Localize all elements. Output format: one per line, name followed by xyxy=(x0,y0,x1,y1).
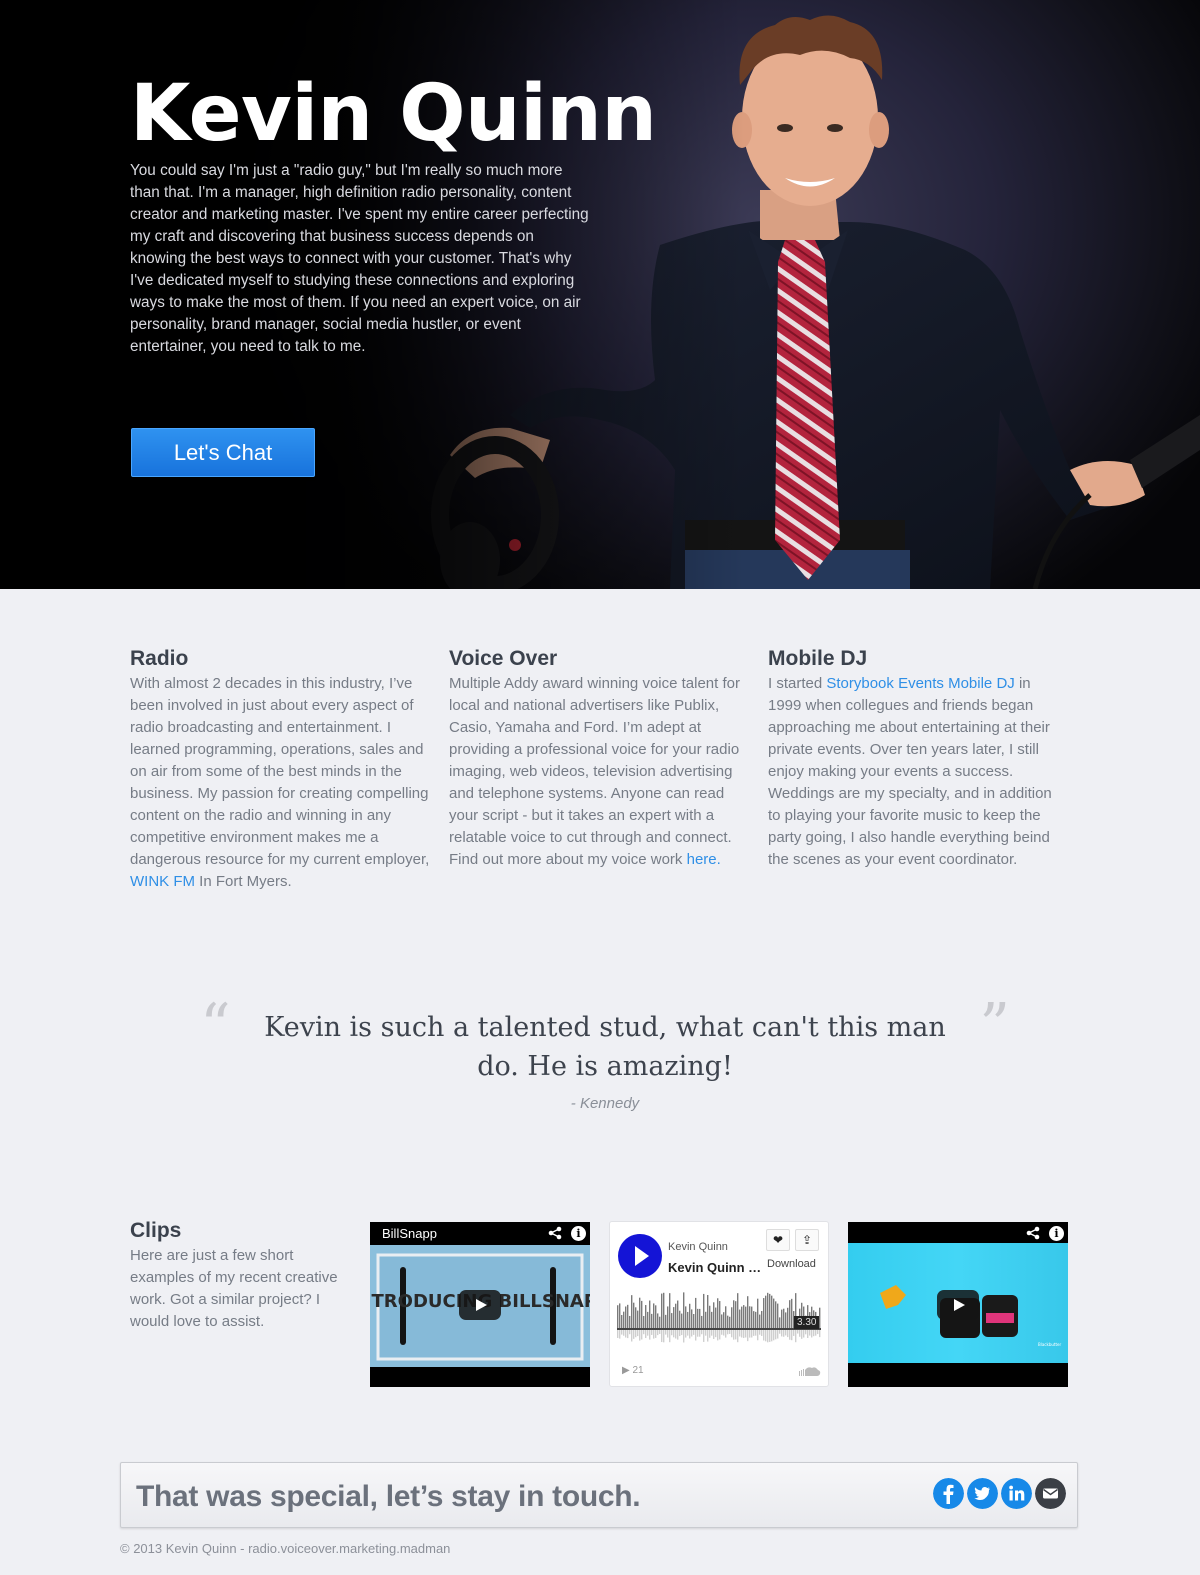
service-dj-body: in 1999 when collegues and friends began… xyxy=(768,675,1052,868)
twitter-icon[interactable] xyxy=(967,1478,998,1509)
wink-fm-link[interactable]: WINK FM xyxy=(130,873,195,890)
video-clip-billsnapp[interactable]: BillSnapp i INTRODUCING BILLSNAPP xyxy=(370,1222,590,1387)
share-icon[interactable] xyxy=(1026,1226,1040,1240)
service-radio-body-end: In Fort Myers. xyxy=(195,873,292,890)
service-radio-text: With almost 2 decades in this industry, … xyxy=(130,673,430,893)
testimonial-author: - Kennedy xyxy=(570,1095,640,1112)
play-button[interactable] xyxy=(459,1289,501,1320)
heart-icon[interactable]: ❤ xyxy=(766,1229,790,1251)
soundcloud-user[interactable]: Kevin Quinn xyxy=(668,1241,728,1253)
waveform[interactable] xyxy=(617,1288,821,1350)
clips-title: Clips xyxy=(130,1219,182,1242)
soundcloud-logo-icon[interactable] xyxy=(799,1366,821,1376)
share-icon[interactable] xyxy=(548,1226,562,1240)
soundcloud-play-count: ▶ 21 xyxy=(622,1365,644,1376)
service-voice-text: Multiple Addy award winning voice talent… xyxy=(449,673,749,871)
hero-section: Kevin Quinn You could say I'm just a "ra… xyxy=(0,0,1200,589)
hero-name: Kevin Quinn xyxy=(130,69,657,159)
email-icon[interactable] xyxy=(1035,1478,1066,1509)
service-voice-title: Voice Over xyxy=(449,647,558,670)
soundcloud-track-title[interactable]: Kevin Quinn Demo xyxy=(668,1260,763,1275)
soundcloud-download[interactable]: Download xyxy=(767,1258,816,1270)
info-icon[interactable]: i xyxy=(571,1226,586,1241)
voice-work-link[interactable]: here. xyxy=(687,851,721,868)
video-clip-blackbutter[interactable]: i Blackbutter xyxy=(848,1222,1068,1387)
testimonial-quote: Kevin is such a talented stud, what can'… xyxy=(264,1012,946,1082)
service-dj-body-start: I started xyxy=(768,675,827,692)
lets-chat-button[interactable]: Let's Chat xyxy=(131,428,315,477)
play-count-value: 21 xyxy=(632,1365,644,1376)
facebook-icon[interactable] xyxy=(933,1478,964,1509)
clips-intro: Clips Here are just a few short examples… xyxy=(130,1218,355,1333)
hero-intro: You could say I'm just a "radio guy," bu… xyxy=(130,162,589,355)
linkedin-icon[interactable] xyxy=(1001,1478,1032,1509)
soundcloud-play-button[interactable] xyxy=(618,1234,662,1278)
service-voice-over: Voice Over Multiple Addy award winning v… xyxy=(449,646,749,871)
service-radio-title: Radio xyxy=(130,647,189,670)
soundcloud-duration: 3.30 xyxy=(794,1316,820,1329)
service-radio-body: With almost 2 decades in this industry, … xyxy=(130,675,430,868)
service-dj-text: I started Storybook Events Mobile DJ in … xyxy=(768,673,1068,871)
storybook-events-link[interactable]: Storybook Events Mobile DJ xyxy=(826,675,1014,692)
share-icon[interactable]: ⇪ xyxy=(795,1229,819,1251)
service-mobile-dj: Mobile DJ I started Storybook Events Mob… xyxy=(768,646,1068,871)
info-icon[interactable]: i xyxy=(1049,1226,1064,1241)
open-quote-icon: “ xyxy=(200,991,231,1061)
clips-text: Here are just a few short examples of my… xyxy=(130,1247,338,1330)
close-quote-icon: ” xyxy=(979,991,1010,1061)
thumb-brand: Blackbutter xyxy=(1038,1342,1061,1347)
soundcloud-player: Kevin Quinn Kevin Quinn Demo ❤ ⇪ Downloa… xyxy=(609,1221,829,1387)
service-voice-body: Multiple Addy award winning voice talent… xyxy=(449,675,740,868)
play-button[interactable] xyxy=(937,1289,979,1320)
copyright: © 2013 Kevin Quinn - radio.voiceover.mar… xyxy=(120,1541,451,1556)
stay-in-touch-title: That was special, let’s stay in touch. xyxy=(136,1480,641,1513)
service-radio: Radio With almost 2 decades in this indu… xyxy=(130,646,430,893)
testimonial: “ ” Kevin is such a talented stud, what … xyxy=(200,996,1010,1112)
service-dj-title: Mobile DJ xyxy=(768,647,868,670)
